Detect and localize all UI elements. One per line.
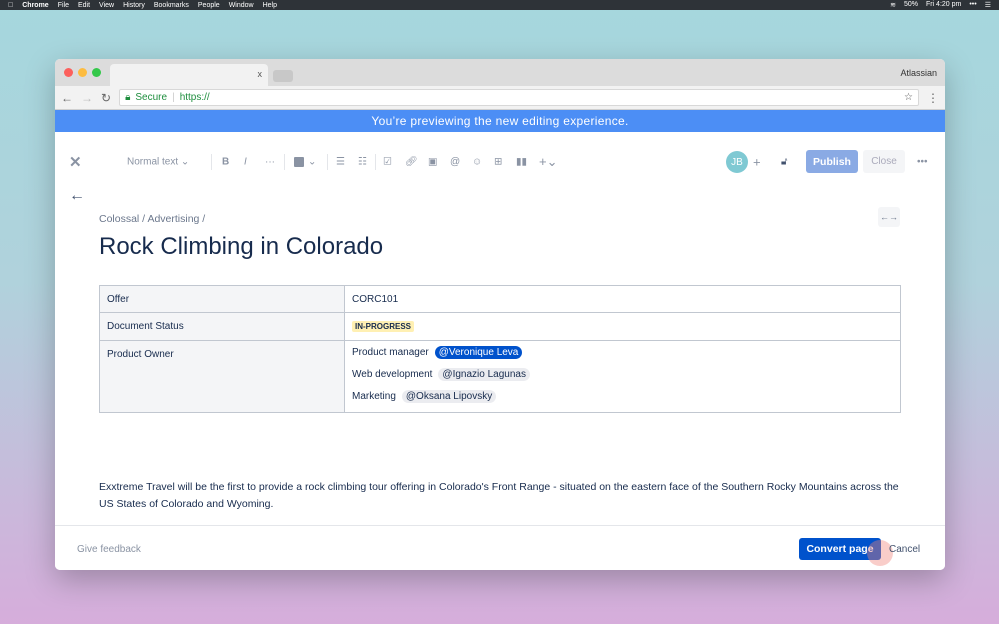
cancel-button[interactable]: Cancel (889, 544, 920, 555)
layout-icon[interactable]: ▮▮ (516, 157, 527, 168)
menu-edit[interactable]: Edit (78, 2, 90, 9)
forward-icon[interactable]: → (81, 91, 93, 105)
link-icon[interactable]: 🔗︎ (405, 157, 418, 168)
list-icon[interactable]: ☰ (985, 1, 991, 9)
minimize-window-button[interactable] (78, 68, 87, 77)
table-cell[interactable]: Product Owner (99, 340, 345, 413)
url-input[interactable]: 🔒︎ Secure | https:// ☆ (119, 89, 919, 106)
address-bar-row: ← → ↻ 🔒︎ Secure | https:// ☆ ⋮ (55, 86, 945, 110)
editor-toolbar: ✕ Normal text ⌄ B I ··· ⌄ ☰ ☷ ☑ 🔗︎ ▣ @ ☺… (55, 147, 945, 177)
bold-icon[interactable]: B (222, 157, 229, 168)
footer-bar: Give feedback Convert page Cancel (55, 525, 945, 570)
table-cell[interactable]: IN-PROGRESS (344, 312, 901, 341)
page-title[interactable]: Rock Climbing in Colorado (99, 233, 383, 261)
numbered-list-icon[interactable]: ☷ (358, 157, 367, 168)
back-icon[interactable]: ← (61, 91, 73, 105)
zoom-window-button[interactable] (92, 68, 101, 77)
menu-help[interactable]: Help (263, 2, 277, 9)
profile-name[interactable]: Atlassian (900, 68, 937, 78)
star-icon[interactable]: ☆ (904, 92, 913, 103)
back-arrow-icon[interactable]: ← (69, 187, 85, 205)
mention-icon[interactable]: @ (450, 157, 460, 168)
owner-role: Web development (352, 368, 433, 380)
menu-bookmarks[interactable]: Bookmarks (154, 2, 189, 9)
kebab-menu-icon[interactable]: ⋮ (927, 91, 939, 105)
menu-people[interactable]: People (198, 2, 220, 9)
battery-status[interactable]: 50% (904, 1, 918, 9)
avatar[interactable]: JB (726, 151, 748, 173)
table-icon[interactable]: ⊞ (494, 157, 502, 168)
status-badge: IN-PROGRESS (352, 321, 415, 332)
table-cell[interactable]: CORC101 (344, 285, 901, 313)
text-color-icon[interactable] (294, 157, 304, 167)
mention-chip[interactable]: @Veronique Leva (434, 345, 523, 359)
menu-history[interactable]: History (123, 2, 145, 9)
apple-icon[interactable]:  (8, 2, 13, 9)
menu-app[interactable]: Chrome (22, 2, 48, 9)
table-cell[interactable]: Offer (99, 285, 345, 313)
menu-view[interactable]: View (99, 2, 114, 9)
owner-role: Marketing (352, 390, 396, 402)
insert-plus-icon[interactable]: +⌄ (539, 154, 557, 170)
lock-icon: 🔒︎ (125, 92, 131, 103)
full-width-toggle-icon[interactable]: ←→ (878, 207, 900, 227)
clock[interactable]: Fri 4:20 pm (926, 1, 961, 9)
more-formatting-icon[interactable]: ··· (265, 157, 275, 168)
table-cell[interactable]: Product manager @Veronique Leva Web devel… (344, 340, 901, 413)
wifi-icon[interactable]: ≋ (890, 1, 896, 9)
mention-chip[interactable]: @Ignazio Lagunas (438, 367, 530, 381)
macos-menu-bar:  Chrome File Edit View History Bookmark… (0, 0, 999, 10)
task-icon[interactable]: ☑ (383, 157, 392, 168)
close-button[interactable]: Close (863, 150, 905, 173)
text-style-dropdown[interactable]: Normal text ⌄ (127, 157, 189, 168)
reload-icon[interactable]: ↻ (101, 91, 111, 105)
image-icon[interactable]: ▣ (428, 157, 437, 168)
menu-window[interactable]: Window (229, 2, 254, 9)
new-tab-button[interactable] (273, 70, 293, 82)
publish-button[interactable]: Publish (806, 150, 858, 173)
body-paragraph[interactable]: Exxtreme Travel will be the first to pro… (99, 479, 901, 513)
tab-bar: x Atlassian (55, 59, 945, 86)
page-content: ← Colossal / Advertising / ←→ Rock Climb… (55, 177, 945, 525)
mention-chip[interactable]: @Oksana Lipovsky (401, 389, 497, 403)
close-tab-icon[interactable]: x (258, 69, 263, 79)
owner-role: Product manager (352, 346, 429, 358)
italic-icon[interactable]: I (244, 157, 247, 168)
table-cell[interactable]: Document Status (99, 312, 345, 341)
give-feedback-link[interactable]: Give feedback (77, 544, 141, 555)
browser-window: x Atlassian ← → ↻ 🔒︎ Secure | https:// ☆… (55, 59, 945, 570)
table-row: Document Status IN-PROGRESS (99, 312, 901, 341)
url-text: https:// (179, 92, 210, 103)
restrictions-lock-icon[interactable]: 🔓︎ (781, 157, 787, 168)
chevron-down-icon[interactable]: ⌄ (308, 157, 316, 168)
secure-label: Secure (135, 92, 168, 103)
table-row: Product Owner Product manager @Veronique … (99, 340, 901, 413)
invite-plus-icon[interactable]: + (753, 155, 761, 170)
preview-banner: You’re previewing the new editing experi… (55, 110, 945, 132)
menu-file[interactable]: File (58, 2, 69, 9)
page-properties-table: Offer CORC101 Document Status IN-PROGRESS … (99, 285, 901, 413)
confluence-logo-icon[interactable]: ✕ (69, 153, 82, 171)
emoji-icon[interactable]: ☺ (472, 157, 482, 168)
bullet-list-icon[interactable]: ☰ (336, 157, 345, 168)
table-row: Offer CORC101 (99, 285, 901, 313)
close-window-button[interactable] (64, 68, 73, 77)
more-icon[interactable]: ••• (917, 157, 928, 168)
browser-tab[interactable]: x (110, 64, 268, 86)
more-icon[interactable]: ••• (969, 1, 976, 9)
breadcrumb[interactable]: Colossal / Advertising / (99, 213, 205, 225)
